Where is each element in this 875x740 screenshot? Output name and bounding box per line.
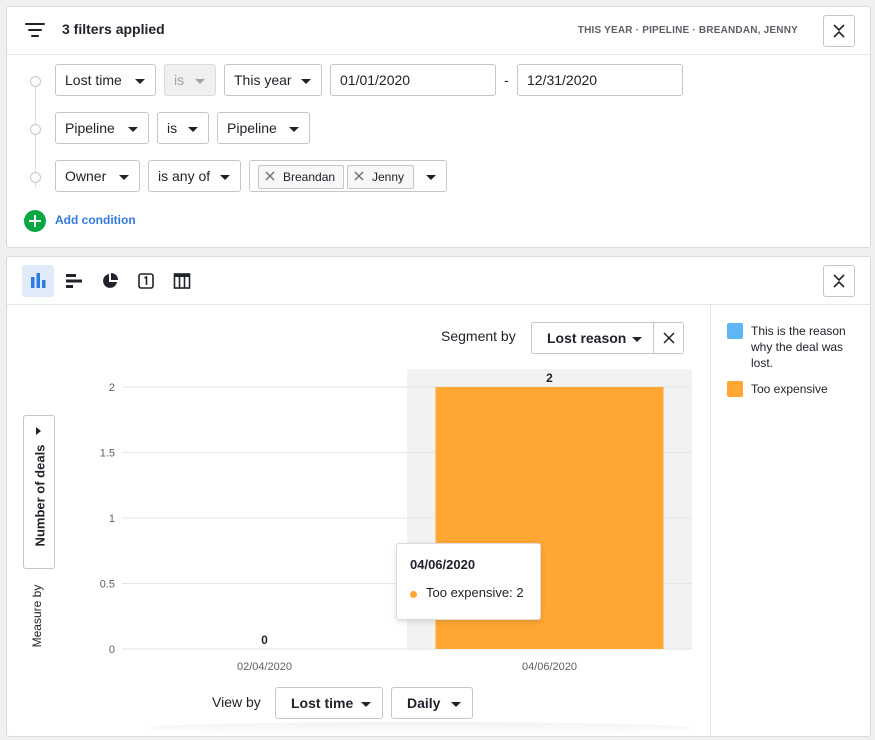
measure-select[interactable]: Number of deals (23, 415, 55, 569)
pie-chart-icon (103, 273, 118, 288)
operator-select-is-any-of[interactable]: is any of (148, 160, 241, 192)
horizontal-bar-icon (66, 274, 82, 288)
field-select-owner[interactable]: Owner (55, 160, 140, 192)
scroll-shadow (147, 722, 692, 734)
bar-total-label: 0 (261, 633, 268, 647)
y-tick-label: 2 (109, 382, 115, 394)
y-tick-label: 1 (109, 513, 115, 525)
chevron-down-icon (632, 337, 642, 342)
chevron-down-icon (220, 175, 230, 180)
bar-total-label: 2 (546, 371, 553, 385)
legend-swatch (727, 323, 743, 339)
chevron-down-icon (289, 127, 299, 132)
collapse-filters-button[interactable] (823, 15, 855, 47)
condition-dot (30, 124, 41, 135)
scorecard-icon (138, 273, 154, 289)
operator-select-is: is (164, 64, 216, 96)
chevron-down-icon (361, 702, 371, 707)
filters-summary: THIS YEAR · PIPELINE · BREANDAN, JENNY (577, 25, 798, 36)
report-panel: 0 0.5 1 1.5 2 0 02/04/2020 2 04/06/2020 Segment … (6, 256, 871, 737)
chevron-down-icon (188, 127, 198, 132)
y-tick-label: 1.5 (100, 448, 115, 460)
remove-tag-icon[interactable] (265, 171, 275, 181)
field-select-pipeline[interactable]: Pipeline (55, 112, 149, 144)
filters-title: 3 filters applied (62, 21, 165, 37)
date-to-input[interactable]: 12/31/2020 (517, 64, 683, 96)
view-by-label: View by (212, 694, 261, 710)
chevron-down-icon (135, 79, 145, 84)
operator-select-is[interactable]: is (157, 112, 209, 144)
interval-select[interactable]: Daily (391, 687, 473, 719)
chevron-down-icon (195, 79, 205, 84)
collapse-icon (833, 24, 845, 38)
segment-by-select[interactable]: Lost reason (531, 322, 654, 354)
filter-icon (25, 23, 45, 37)
legend-swatch (727, 381, 743, 397)
tooltip-value: Too expensive: 2 (426, 585, 524, 600)
x-tick-label: 02/04/2020 (237, 661, 292, 673)
chevron-down-icon (451, 702, 461, 707)
chevron-down-icon (301, 79, 311, 84)
table-button[interactable] (166, 265, 198, 297)
view-by-select[interactable]: Lost time (275, 687, 383, 719)
collapse-report-button[interactable] (823, 265, 855, 297)
bar-chart-icon (31, 273, 46, 288)
pie-chart-button[interactable] (94, 265, 126, 297)
add-condition-link[interactable]: Add condition (55, 213, 136, 227)
owner-tag-jenny[interactable]: Jenny (347, 165, 414, 189)
owner-multiselect[interactable]: Breandan Jenny (249, 160, 447, 192)
horizontal-bar-chart-button[interactable] (58, 265, 90, 297)
chevron-right-icon (36, 427, 41, 435)
value-select-this-year[interactable]: This year (224, 64, 322, 96)
x-tick-label: 04/06/2020 (522, 661, 577, 673)
table-icon (173, 273, 191, 289)
y-tick-label: 0.5 (100, 579, 115, 591)
chart-legend: This is the reason why the deal was lost… (710, 305, 870, 736)
clear-segment-button[interactable] (653, 322, 684, 354)
date-from-input[interactable]: 01/01/2020 (330, 64, 496, 96)
y-tick-label: 0 (109, 644, 115, 656)
add-condition-icon[interactable] (24, 210, 46, 232)
close-icon (663, 332, 675, 344)
condition-dot (30, 172, 41, 183)
value-select-pipeline[interactable]: Pipeline (217, 112, 310, 144)
field-select-lost-time[interactable]: Lost time (55, 64, 156, 96)
measure-value: Number of deals (32, 444, 48, 547)
collapse-icon (833, 274, 845, 288)
owner-tag-breandan[interactable]: Breandan (258, 165, 344, 189)
tooltip-series-dot (410, 591, 417, 598)
bar-chart-button[interactable] (22, 265, 54, 297)
chevron-down-icon (128, 127, 138, 132)
report-toolbar (7, 257, 870, 305)
date-separator: - (504, 72, 509, 88)
tooltip-title: 04/06/2020 (410, 557, 476, 572)
chevron-down-icon (426, 175, 436, 180)
measure-by-label: Measure by (30, 584, 44, 648)
condition-dot (30, 76, 41, 87)
chart-tooltip: 04/06/2020 Too expensive: 2 (396, 543, 541, 620)
deals-bar-chart: 0 0.5 1 1.5 2 0 02/04/2020 2 04/06/2020 (100, 369, 692, 673)
filters-panel: 3 filters applied THIS YEAR · PIPELINE ·… (6, 6, 871, 248)
chevron-down-icon (119, 175, 129, 180)
filters-header[interactable]: 3 filters applied THIS YEAR · PIPELINE ·… (7, 7, 870, 55)
remove-tag-icon[interactable] (354, 171, 364, 181)
segment-by-label: Segment by (441, 328, 516, 344)
scorecard-button[interactable] (130, 265, 162, 297)
